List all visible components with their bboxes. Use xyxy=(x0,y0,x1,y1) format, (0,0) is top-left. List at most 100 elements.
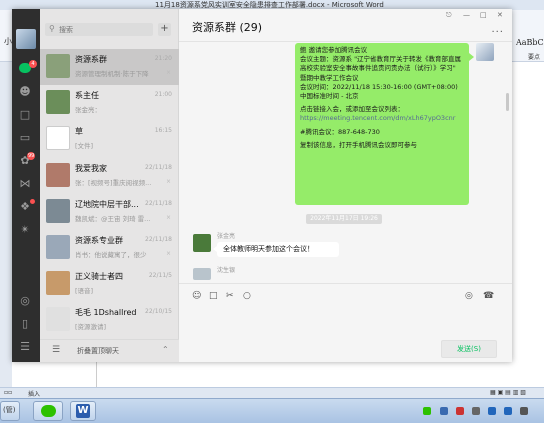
conversation-time: 21:00 xyxy=(154,91,172,99)
conversation-preview: 张金亮： xyxy=(75,106,101,115)
search-dot xyxy=(30,199,35,204)
maximize-icon[interactable]: □ xyxy=(480,11,487,19)
conversation-avatar xyxy=(46,271,70,296)
sender-avatar[interactable] xyxy=(476,43,494,61)
folder-icon[interactable]: □ xyxy=(209,291,218,301)
conversation-preview: 张：[视频号]重庆阅视频... xyxy=(75,178,152,187)
invite-line: #腾讯会议：887-648-730 xyxy=(300,127,380,136)
mute-icon: ⨯ xyxy=(165,250,171,257)
call-icon[interactable]: ☎ xyxy=(483,291,494,301)
conversation-name: 草 xyxy=(75,127,83,137)
invite-line: 会议时间：2022/11/18 15:30-16:00 (GMT+08:00) … xyxy=(300,82,458,101)
invite-line: 会议主题：资源系 "辽宁省教育厅关于转发《教育部直属高校实验室安全事故事件追责问… xyxy=(300,55,462,82)
meeting-invite-bubble[interactable]: 鲍 邀请您参加腾讯会议 会议主题：资源系 "辽宁省教育厅关于转发《教育部直属高校实… xyxy=(295,43,474,205)
conversation-item[interactable]: 草 16:15 [文件] xyxy=(40,121,179,157)
conversation-name: 资源系群 xyxy=(75,55,107,64)
message-sender-name: 张金亮 xyxy=(217,233,236,240)
conversation-time: 21:20 xyxy=(154,55,172,62)
word-style-caption: 要点 xyxy=(528,54,541,61)
tray-wechat-icon[interactable] xyxy=(423,407,431,415)
conversation-time: 22/11/18 xyxy=(145,236,172,243)
files-icon[interactable]: ▭ xyxy=(18,131,32,145)
settings-menu-icon[interactable]: ☰ xyxy=(18,340,32,354)
chat-scrollbar[interactable] xyxy=(506,93,509,111)
conversation-name: 系主任 xyxy=(75,91,99,101)
contacts-icon[interactable]: ☻ xyxy=(18,85,32,99)
conversation-preview: 肖书：他说藏寓了，很少 xyxy=(75,251,147,259)
moments-badge: 99 xyxy=(27,152,36,160)
ribbon-fragment: 小 xyxy=(4,37,12,46)
channels-icon[interactable]: ⋈ xyxy=(18,177,32,191)
conversation-item[interactable]: 我爱我家 22/11/18 张：[视频号]重庆阅视频... ⨯ xyxy=(40,158,179,194)
conversation-preview: 魏凯斌：@王宙 刘琦 雷... xyxy=(75,214,151,223)
message-sender-name: 沈生银 xyxy=(217,267,236,274)
mute-icon: ⨯ xyxy=(165,213,171,221)
status-view-icons[interactable]: ▦ ▣ ▤ ▥ ▧ xyxy=(490,389,526,396)
conversation-avatar xyxy=(46,307,70,332)
minimize-icon[interactable]: — xyxy=(463,11,470,19)
conversation-avatar xyxy=(46,198,70,223)
favorites-icon[interactable]: □ xyxy=(18,108,32,122)
invite-line: 点击链接入会，或添加至会议列表： xyxy=(300,105,404,114)
message-avatar[interactable] xyxy=(193,234,211,252)
word-status-bar: ▫▫ 插入 ▦ ▣ ▤ ▥ ▧ xyxy=(0,387,544,398)
conversation-item[interactable]: 毛毛 1Dshallred 22/10/15 [资源激请] xyxy=(40,302,179,338)
search-icon: ⚲ xyxy=(49,24,55,33)
search-box[interactable]: ⚲ xyxy=(45,23,153,36)
conversation-item[interactable]: 资源系群 21:20 资源管理制机制·陈于下降 ⨯ xyxy=(40,49,179,85)
mute-icon: ⨯ xyxy=(165,177,171,185)
tray-ime-icon[interactable] xyxy=(488,407,496,415)
message-avatar[interactable] xyxy=(193,268,211,280)
folded-pinned-bar[interactable]: ☰ 折叠置顶聊天 ⌃ xyxy=(40,339,179,362)
conversation-avatar xyxy=(46,90,70,115)
invite-line: 鲍 邀请您参加腾讯会议 xyxy=(300,46,368,54)
live-icon[interactable]: ◎ xyxy=(465,291,473,301)
taskbar-wechat-button[interactable] xyxy=(33,401,63,421)
chat-history-icon[interactable]: ○ xyxy=(243,291,251,301)
chat-header: 资源系群 (29) ⎋ — □ ✕ ··· xyxy=(179,9,512,42)
chats-badge: 4 xyxy=(29,60,37,68)
status-insert-mode[interactable]: 插入 xyxy=(28,389,40,398)
phone-icon[interactable]: ▯ xyxy=(18,317,32,331)
message-bubble[interactable]: 全体教师明天参加这个会议！ xyxy=(213,242,339,257)
more-icon[interactable]: ··· xyxy=(491,27,504,38)
conversation-time: 22/11/5 xyxy=(148,272,172,280)
taskbar-word-button[interactable]: W xyxy=(70,401,96,421)
input-area[interactable]: ☺ □ ✂ ○ ◎ ☎ 发送(S) xyxy=(179,283,512,362)
conversation-item[interactable]: 资源系专业群 22/11/18 肖书：他说藏寓了，很少 ⨯ xyxy=(40,230,179,266)
time-divider: 2022年11月17日 19:26 xyxy=(306,214,382,224)
add-button[interactable]: + xyxy=(158,23,171,36)
chat-list-panel: ⚲ + 资源系群 21:20 资源管理制机制·陈于下降 ⨯ 系主任 21:00 张金亮： 草 1… xyxy=(40,9,179,362)
tray-security-icon[interactable] xyxy=(456,407,464,415)
wechat-icon xyxy=(41,405,56,417)
word-document-page[interactable] xyxy=(96,362,512,387)
pin-icon[interactable]: ⎋ xyxy=(446,11,452,20)
word-style-preview[interactable]: AaBbCc xyxy=(516,38,544,47)
taskbar-start-button[interactable]: (管) xyxy=(0,401,20,421)
conversation-name: 我爱我家 xyxy=(75,163,107,173)
conversation-preview: [文件] xyxy=(75,142,94,151)
scissors-icon[interactable]: ✂ xyxy=(226,291,234,301)
chat-panel: 资源系群 (29) ⎋ — □ ✕ ··· 鲍 邀请您参加腾讯会议 会议主题：资源… xyxy=(179,9,512,362)
conversation-avatar xyxy=(46,126,70,151)
conversation-preview: [语音] xyxy=(75,287,94,296)
mini-programs-icon[interactable]: ✴ xyxy=(18,223,32,237)
close-icon[interactable]: ✕ xyxy=(497,11,503,19)
conversation-time: 22/11/18 xyxy=(145,163,172,171)
mini-program-panel-icon[interactable]: ◎ xyxy=(18,294,32,308)
tray-network-icon[interactable] xyxy=(440,407,448,415)
emoji-icon[interactable]: ☺ xyxy=(192,291,201,301)
search-input[interactable] xyxy=(59,24,149,35)
my-avatar[interactable] xyxy=(16,29,36,49)
tray-clock-icon[interactable] xyxy=(520,407,528,415)
send-button[interactable]: 发送(S) xyxy=(441,340,497,358)
conversation-item[interactable]: 系主任 21:00 张金亮： xyxy=(40,85,179,121)
tray-volume-icon[interactable] xyxy=(472,407,480,415)
conversation-item[interactable]: 辽地院中层干部... 22/11/18 魏凯斌：@王宙 刘琦 雷... ⨯ xyxy=(40,194,179,230)
conversation-avatar xyxy=(46,162,70,187)
conversation-preview: [资源激请] xyxy=(75,323,107,332)
conversation-item[interactable]: 正义骑士者四 22/11/5 [语音] xyxy=(40,266,179,302)
tray-flag-icon[interactable] xyxy=(504,407,512,415)
conversation-avatar xyxy=(46,235,70,259)
conversation-name: 毛毛 1Dshallred xyxy=(75,308,137,318)
